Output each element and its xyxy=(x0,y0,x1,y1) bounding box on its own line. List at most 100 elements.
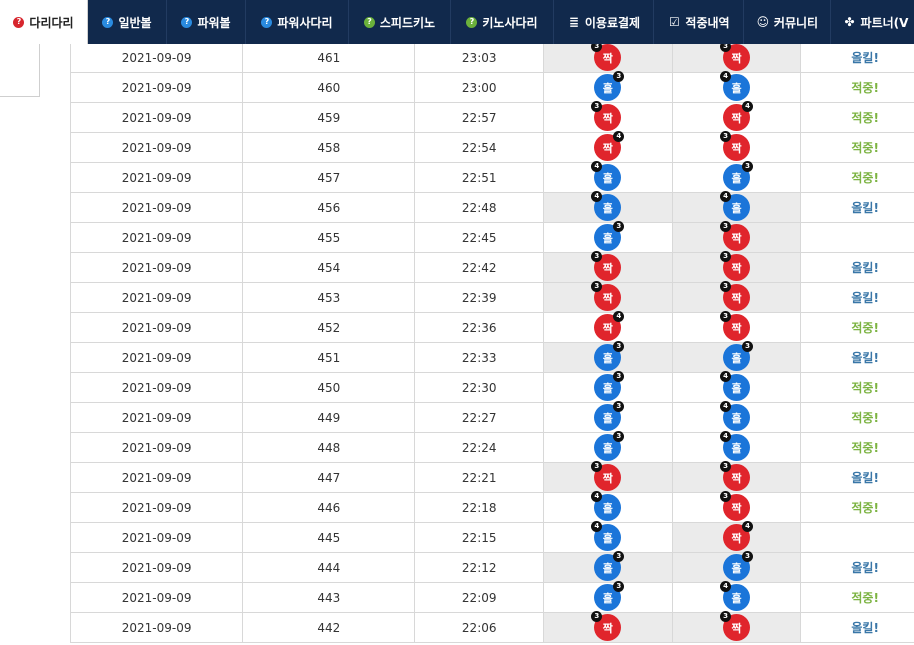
allkill-label: 올킬! xyxy=(851,471,879,485)
result-cell-1: 홀3 xyxy=(543,341,673,373)
time-cell: 22:06 xyxy=(414,612,545,643)
date-cell: 2021-09-09 xyxy=(69,342,244,373)
round-cell: 458 xyxy=(242,132,416,163)
round-cell: 456 xyxy=(242,192,416,223)
date-cell: 2021-09-09 xyxy=(69,102,244,133)
round-cell: 457 xyxy=(242,162,416,193)
nav-tab-label: 다리다리 xyxy=(29,15,74,30)
verdict-cell: 적중! xyxy=(800,432,914,463)
ball-line-number: 4 xyxy=(720,581,731,592)
odd-ball: 홀3 xyxy=(594,581,625,611)
nav-tab-2[interactable]: ? 일반볼 xyxy=(88,0,167,44)
time-cell: 22:21 xyxy=(414,462,545,493)
nav-tab-label: 일반볼 xyxy=(118,15,152,30)
ball-line-number: 4 xyxy=(720,371,731,382)
even-ball: 짝3 xyxy=(591,251,622,281)
odd-ball: 홀3 xyxy=(594,551,625,581)
ball-line-number: 4 xyxy=(591,491,603,502)
nav-tab-3[interactable]: ? 파워볼 xyxy=(167,0,246,44)
result-cell-2: 짝3 xyxy=(671,281,802,313)
time-cell: 23:00 xyxy=(414,72,545,103)
ball-label: 홀 xyxy=(602,351,613,365)
nav-tab-6[interactable]: ? 키노사다리 xyxy=(451,0,554,44)
result-cell-1: 짝4 xyxy=(543,311,673,343)
verdict-cell: 적중! xyxy=(800,132,914,163)
result-cell-1: 짝3 xyxy=(543,461,673,493)
ball-line-number: 3 xyxy=(742,551,753,562)
date-cell: 2021-09-09 xyxy=(69,402,244,433)
nav-tab-label: 스피드키노 xyxy=(379,15,436,30)
ball-line-number: 4 xyxy=(742,521,753,532)
time-cell: 22:24 xyxy=(414,432,545,463)
ball-label: 홀 xyxy=(731,561,742,575)
ball-line-number: 3 xyxy=(591,281,603,292)
time-cell: 22:51 xyxy=(414,162,545,193)
nav-tab-1[interactable]: ? 다리다리 xyxy=(0,0,88,44)
date-cell: 2021-09-09 xyxy=(69,162,244,193)
table-row: 2021-09-09 456 22:48 홀 4 홀 4 올킬! xyxy=(69,191,914,223)
result-cell-2: 홀3 xyxy=(671,551,802,583)
ball-line-number: 4 xyxy=(720,191,731,202)
nav-tab-10[interactable]: ✤ 파트너(V xyxy=(831,0,914,44)
ball-line-number: 3 xyxy=(591,251,603,262)
odd-ball: 홀4 xyxy=(591,521,622,551)
nav-tab-label: 파워볼 xyxy=(197,15,231,30)
hit-label: 적중! xyxy=(851,381,879,395)
ball-line-number: 3 xyxy=(591,101,603,112)
nav-tab-8[interactable]: ☑ 적중내역 xyxy=(654,0,744,44)
odd-ball: 홀3 xyxy=(594,341,625,371)
round-cell: 461 xyxy=(242,42,416,73)
round-cell: 443 xyxy=(242,582,416,613)
nav-tab-7[interactable]: ≣ 이용료결제 xyxy=(554,0,654,44)
table-row: 2021-09-09 454 22:42 짝 3 짝 3 올킬! xyxy=(69,251,914,283)
question-circle-icon: ? xyxy=(363,16,375,28)
odd-ball: 홀4 xyxy=(720,191,750,221)
even-ball: 짝3 xyxy=(720,221,750,251)
even-ball: 짝3 xyxy=(720,131,750,161)
time-cell: 22:39 xyxy=(414,282,545,313)
ball-label: 홀 xyxy=(602,81,613,95)
verdict-cell: 올킬! xyxy=(800,252,914,283)
ball-line-number: 3 xyxy=(720,281,731,292)
verdict-cell: 올킬! xyxy=(800,552,914,583)
table-row: 2021-09-09 442 22:06 짝 3 짝 3 올킬! xyxy=(69,611,914,643)
ball-line-number: 3 xyxy=(720,311,731,322)
allkill-label: 올킬! xyxy=(851,291,879,305)
even-ball: 짝3 xyxy=(720,461,750,491)
table-row: 2021-09-09 460 23:00 홀 3 홀 4 적중! xyxy=(69,71,914,103)
date-cell: 2021-09-09 xyxy=(69,72,244,103)
table-row: 2021-09-09 448 22:24 홀 3 홀 4 적중! xyxy=(69,431,914,463)
odd-ball: 홀4 xyxy=(720,581,750,611)
ball-line-number: 3 xyxy=(613,221,625,232)
result-cell-2: 짝3 xyxy=(671,491,802,523)
nav-tab-9[interactable]: ☺ 커뮤니티 xyxy=(744,0,831,44)
nav-tab-4[interactable]: ? 파워사다리 xyxy=(246,0,349,44)
result-cell-2: 짝3 xyxy=(671,41,802,73)
verdict-cell: 적중! xyxy=(800,492,914,523)
time-cell: 22:12 xyxy=(414,552,545,583)
odd-ball: 홀4 xyxy=(720,71,750,101)
table-row: 2021-09-09 458 22:54 짝 4 짝 3 적중! xyxy=(69,131,914,163)
table-row: 2021-09-09 443 22:09 홀 3 홀 4 적중! xyxy=(69,581,914,613)
result-cell-1: 홀4 xyxy=(543,161,673,193)
top-navigation: ? 다리다리? 일반볼? 파워볼? 파워사다리? 스피드키노 ? 키노사다리 ≣ 이용료결제 ☑ 적중… xyxy=(0,0,914,44)
result-cell-2: 짝3 xyxy=(671,611,802,643)
date-cell: 2021-09-09 xyxy=(69,432,244,463)
ball-line-number: 4 xyxy=(591,161,603,172)
date-cell: 2021-09-09 xyxy=(69,222,244,253)
nav-tab-label: 파워사다리 xyxy=(277,15,333,30)
odd-ball: 홀3 xyxy=(723,551,753,581)
ball-line-number: 4 xyxy=(591,191,603,202)
results-table: 2021-09-09 461 23:03 짝 3 짝 3 올킬! 2021-09-09 460 23… xyxy=(69,41,914,643)
ball-label: 홀 xyxy=(602,441,613,455)
result-cell-2: 홀3 xyxy=(671,341,802,373)
round-cell: 442 xyxy=(242,612,416,643)
date-cell: 2021-09-09 xyxy=(69,192,244,223)
nav-tab-5[interactable]: ? 스피드키노 xyxy=(349,0,451,44)
verdict-cell: 올킬! xyxy=(800,42,914,73)
ball-label: 홀 xyxy=(602,531,613,545)
odd-ball: 홀4 xyxy=(591,491,622,521)
ball-label: 짝 xyxy=(731,501,742,515)
ball-label: 홀 xyxy=(602,381,613,395)
ball-label: 홀 xyxy=(731,591,742,605)
